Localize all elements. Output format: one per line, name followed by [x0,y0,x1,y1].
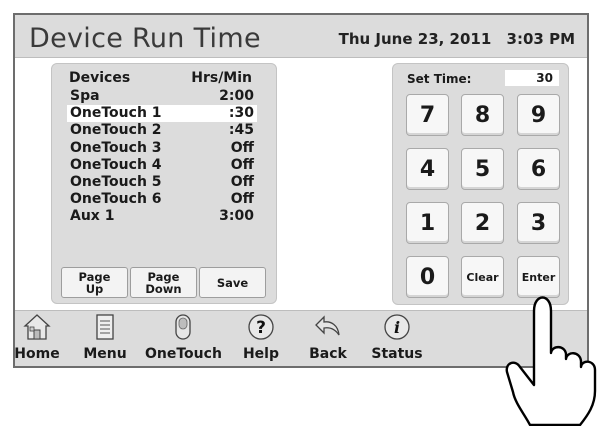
set-time-value: 30 [505,70,559,86]
device-screen: Device Run Time Thu June 23, 2011 3:03 P… [13,13,589,368]
hours-column-header: Hrs/Min [191,70,252,86]
page-up-label: Page Up [78,269,111,296]
onetouch-icon [175,314,191,340]
bottom-toolbar: Home Menu OneTouch ? Help Back i Status [13,311,587,366]
key-4-button[interactable]: 4 [406,148,449,190]
key-2-button[interactable]: 2 [461,202,504,244]
devices-column-header: Devices [69,70,131,86]
key-0-label: 0 [419,264,436,290]
notepad-icon [96,314,114,340]
key-7-label: 7 [419,102,436,128]
device-name: OneTouch 1 [70,105,162,122]
key-9-button[interactable]: 9 [517,94,560,136]
help-icon: ? [248,314,274,340]
help-button[interactable]: ? Help [239,313,283,362]
onetouch-button[interactable]: OneTouch [145,313,222,362]
svg-text:i: i [394,318,400,337]
pointing-hand-icon [505,296,597,426]
device-runtime: :30 [228,105,254,122]
device-name: OneTouch 5 [70,173,162,190]
menu-button[interactable]: Menu [80,313,130,362]
house-icon [23,314,51,340]
device-name: Spa [70,88,100,104]
device-runtime: Off [230,156,254,173]
device-row[interactable]: OneTouch 5 Off [67,174,257,191]
date-time-display: Thu June 23, 2011 3:03 PM [329,30,575,48]
page-down-button[interactable]: Page Down [130,267,197,298]
home-label: Home [14,346,60,362]
help-label: Help [242,346,280,362]
keypad-panel: Set Time: 30 789456123 0 Clear Enter [392,63,569,305]
time-label: 3:03 PM [506,30,575,48]
key-5-label: 5 [474,156,491,182]
back-arrow-icon [315,315,340,336]
key-0-button[interactable]: 0 [406,256,449,298]
device-runtime: 3:00 [219,208,254,225]
save-label: Save [216,275,249,290]
clear-button[interactable]: Clear [461,256,504,298]
device-row[interactable]: Spa 2:00 [67,88,257,105]
device-name: OneTouch 2 [70,122,162,139]
device-runtime: :45 [228,122,254,139]
device-row[interactable]: Aux 1 3:00 [67,208,257,225]
device-row[interactable]: OneTouch 6 Off [67,191,257,208]
key-2-label: 2 [474,210,491,236]
onetouch-label: OneTouch [145,346,222,362]
key-6-label: 6 [530,156,547,182]
device-runtime: 2:00 [219,88,254,104]
info-icon: i [384,314,410,340]
device-name: OneTouch 6 [70,191,162,208]
device-runtime: Off [230,173,254,190]
page-title: Device Run Time [29,23,261,54]
device-name: OneTouch 4 [70,156,162,173]
key-9-label: 9 [530,102,547,128]
page-up-button[interactable]: Page Up [61,267,128,298]
save-button[interactable]: Save [199,267,266,298]
key-1-button[interactable]: 1 [406,202,449,244]
home-button[interactable]: Home [13,313,61,362]
clear-label: Clear [466,270,499,284]
devices-list: Spa 2:00 OneTouch 1:30 OneTouch 2:45 OneTouc… [67,88,257,226]
key-5-button[interactable]: 5 [461,148,504,190]
key-3-label: 3 [530,210,547,236]
main-content: Devices Hrs/Min Spa 2:00 OneTouch 1:30 OneT… [15,57,587,311]
device-row[interactable]: OneTouch 4 Off [67,157,257,174]
device-runtime: Off [230,139,254,156]
device-row[interactable]: OneTouch 1 :30 [67,105,257,123]
key-8-button[interactable]: 8 [461,94,504,136]
back-button[interactable]: Back [305,313,351,362]
svg-text:?: ? [256,318,266,338]
device-name: OneTouch 3 [70,139,162,156]
back-label: Back [309,346,347,362]
key-8-label: 8 [474,102,491,128]
status-button[interactable]: i Status [369,313,425,362]
menu-label: Menu [83,346,127,362]
page-down-label: Page Down [145,269,182,296]
set-time-label: Set Time: [407,72,472,86]
key-3-button[interactable]: 3 [517,202,560,244]
devices-panel: Devices Hrs/Min Spa 2:00 OneTouch 1:30 OneT… [51,63,277,304]
devices-button-bar: Page Up Page Down Save [61,267,266,298]
status-label: Status [371,346,423,362]
device-row[interactable]: OneTouch 2 :45 [67,122,257,139]
device-name: Aux 1 [70,208,115,225]
device-row[interactable]: OneTouch 3 Off [67,140,257,157]
key-6-button[interactable]: 6 [517,148,560,190]
key-7-button[interactable]: 7 [406,94,449,136]
device-runtime: Off [230,191,254,208]
key-1-label: 1 [419,210,436,236]
devices-header: Devices Hrs/Min [69,70,252,86]
date-label: Thu June 23, 2011 [338,30,492,48]
key-4-label: 4 [419,156,436,182]
